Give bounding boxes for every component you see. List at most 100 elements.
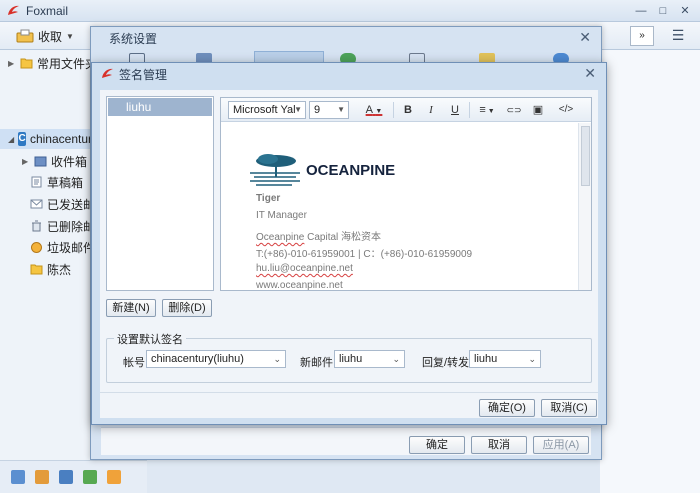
account-label: 帐号: [123, 357, 149, 369]
reply-forward-label: 回复/转发: [422, 357, 473, 369]
chevron-down-icon: ⌄ [528, 354, 536, 364]
minimize-button[interactable]: — [632, 3, 650, 19]
expand-arrow-icon[interactable]: ▶ [8, 59, 16, 68]
editor-toolbar: Microsoft Yal ▼ 9 ▼ A ▼ B I U ≡ ▼ ⊂⊃ ▣ <… [221, 98, 591, 122]
signature-dialog: 签名管理 ✕ liuhu Microsoft Yal ▼ 9 ▼ A ▼ B I… [91, 62, 607, 425]
settings-cancel-button[interactable]: 取消 [471, 436, 527, 454]
trash-icon [32, 220, 41, 232]
settings-title: 系统设置 [109, 31, 158, 46]
chevron-down-icon[interactable]: ▼ [66, 32, 74, 41]
toolbar-divider [469, 102, 470, 118]
chevron-down-icon: ▼ [294, 105, 302, 114]
collapse-arrow-icon[interactable]: ◢ [8, 135, 14, 144]
signature-email: hu.liu@oceanpine.net [256, 263, 353, 274]
toolbar-divider [393, 102, 394, 118]
inbox-icon [34, 156, 47, 167]
image-button[interactable]: ▣ [529, 101, 547, 119]
source-code-button[interactable]: </> [554, 101, 578, 119]
bottom-module-bar [0, 460, 147, 493]
sidebar-item-chenjie[interactable]: 陈杰 [30, 259, 71, 279]
rss-module-icon[interactable] [107, 470, 121, 484]
sidebar-item-label: 收件箱 [51, 154, 88, 169]
delete-signature-button[interactable]: 删除(D) [162, 299, 212, 317]
foxmail-logo-icon [102, 68, 113, 78]
signature-client-area: liuhu Microsoft Yal ▼ 9 ▼ A ▼ B I U ≡ ▼ … [100, 90, 598, 418]
italic-button[interactable]: I [422, 101, 440, 119]
new-signature-button[interactable]: 新建(N) [106, 299, 156, 317]
font-family-value: Microsoft Yal [233, 104, 296, 116]
close-button[interactable]: ✕ [676, 3, 694, 19]
notes-module-icon[interactable] [83, 470, 97, 484]
folder-sidebar: ▶ 常用文件夹 ◢ C chinacentury ▶ 收件箱 (2 草稿箱 已发… [0, 50, 107, 460]
receive-button[interactable]: 收取 ▼ [16, 26, 74, 46]
inbox-tray-icon [16, 29, 34, 43]
account-select-value: chinacentury(liuhu) [151, 353, 244, 365]
settings-ok-button[interactable]: 确定 [409, 436, 465, 454]
signature-content[interactable]: OCEANPINE Tiger IT Manager Oceanpine Cap… [222, 123, 578, 290]
drafts-icon [31, 176, 42, 188]
account-icon: C [18, 132, 26, 146]
signature-list-item[interactable]: liuhu [108, 98, 212, 116]
app-title: Foxmail [26, 3, 69, 18]
sidebar-item-drafts[interactable]: 草稿箱 [30, 172, 83, 192]
close-icon[interactable]: ✕ [584, 65, 596, 82]
signature-position: IT Manager [256, 210, 307, 221]
mail-module-icon[interactable] [11, 470, 25, 484]
font-size-select[interactable]: 9 ▼ [309, 101, 349, 119]
folder-icon [20, 58, 33, 69]
sidebar-item-account[interactable]: ◢ C chinacentury [0, 129, 98, 149]
expand-arrow-icon[interactable]: ▶ [22, 157, 30, 166]
settings-apply-button[interactable]: 应用(A) [533, 436, 589, 454]
sidebar-item-label: 陈杰 [47, 262, 72, 277]
signature-list[interactable]: liuhu [106, 96, 214, 291]
default-signature-group-label: 设置默认签名 [114, 331, 186, 347]
signature-ok-button[interactable]: 确定(O) [479, 399, 535, 417]
sent-icon [30, 199, 43, 209]
scrollbar-thumb[interactable] [581, 126, 590, 186]
editor-scrollbar[interactable] [578, 123, 591, 290]
new-mail-select-value: liuhu [339, 353, 363, 365]
sidebar-item-label: 垃圾邮件 [47, 240, 96, 255]
receive-label: 收取 [38, 29, 63, 44]
settings-titlebar: 系统设置 ✕ [91, 27, 601, 49]
sidebar-item-common-folders[interactable]: ▶ 常用文件夹 [8, 53, 97, 73]
chevron-down-icon: ▼ [337, 105, 345, 114]
chevron-down-icon: ⌄ [392, 354, 400, 364]
menu-icon[interactable]: ☰ [666, 26, 690, 46]
align-button[interactable]: ≡ ▼ [475, 101, 499, 119]
font-color-button[interactable]: A ▼ [360, 101, 388, 119]
footer-divider [100, 392, 598, 393]
double-chevron-icon[interactable]: » [630, 26, 654, 46]
close-icon[interactable]: ✕ [579, 29, 591, 46]
signature-website: www.oceanpine.net [256, 280, 343, 290]
account-label: chinacentury [29, 132, 98, 146]
company-word: Oceanpine [256, 232, 305, 243]
junk-icon [31, 242, 42, 253]
foxmail-logo-icon [8, 5, 19, 15]
signature-name: Tiger [256, 193, 281, 204]
new-mail-select[interactable]: liuhu ⌄ [334, 350, 405, 368]
calendar-module-icon[interactable] [59, 470, 73, 484]
font-color-icon: A [365, 104, 373, 116]
underline-button[interactable]: U [446, 101, 464, 119]
link-button[interactable]: ⊂⊃ [505, 101, 523, 119]
sidebar-item-junk[interactable]: 垃圾邮件 [30, 237, 95, 257]
main-titlebar: Foxmail — □ ✕ [0, 0, 700, 22]
signature-phone: T:(+86)-010-61959001 | C：(+86)-010-61959… [256, 249, 473, 260]
font-family-select[interactable]: Microsoft Yal ▼ [228, 101, 306, 119]
oceanpine-tree-logo-icon [250, 154, 300, 186]
bold-button[interactable]: B [399, 101, 417, 119]
signature-titlebar: 签名管理 ✕ [92, 63, 606, 85]
sidebar-item-label: 草稿箱 [47, 175, 84, 190]
account-select[interactable]: chinacentury(liuhu) ⌄ [146, 350, 286, 368]
signature-cancel-button[interactable]: 取消(C) [541, 399, 597, 417]
new-mail-label: 新邮件: [300, 357, 337, 369]
font-size-value: 9 [314, 104, 321, 116]
maximize-button[interactable]: □ [654, 3, 672, 19]
main-content-area [600, 50, 700, 493]
contacts-module-icon[interactable] [35, 470, 49, 484]
signature-editor[interactable]: Microsoft Yal ▼ 9 ▼ A ▼ B I U ≡ ▼ ⊂⊃ ▣ <… [220, 97, 592, 291]
reply-forward-select-value: liuhu [474, 353, 498, 365]
sidebar-item-label: 常用文件夹 [37, 56, 98, 71]
reply-forward-select[interactable]: liuhu ⌄ [469, 350, 541, 368]
